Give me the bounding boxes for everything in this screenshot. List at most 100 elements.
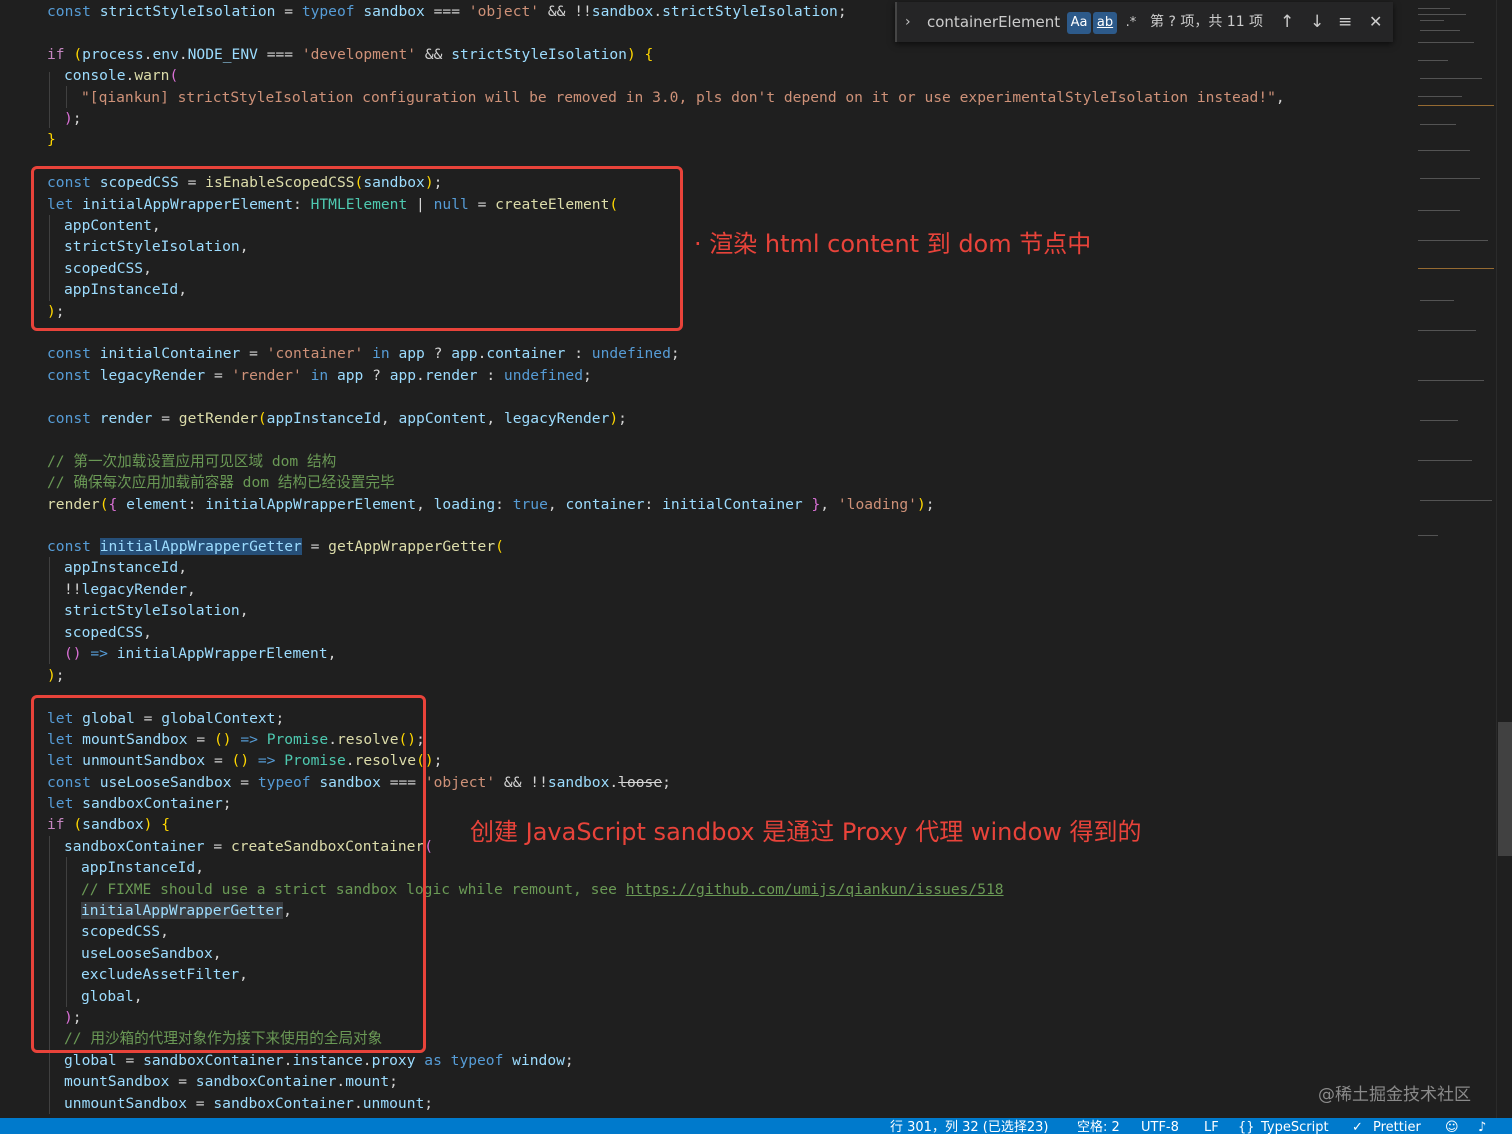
code-token: undefined [591, 345, 671, 362]
code-token: unmountSandbox [64, 1095, 188, 1112]
code-line[interactable]: ); [64, 108, 82, 129]
code-line[interactable]: render({ element: initialAppWrapperEleme… [47, 494, 935, 515]
indent-guide [49, 72, 50, 128]
vertical-scrollbar[interactable] [1496, 0, 1512, 1118]
regex-toggle[interactable]: .* [1119, 12, 1143, 34]
minimap-line [1418, 42, 1474, 43]
code-token: === [257, 46, 302, 63]
eol-setting[interactable]: LF [1204, 1120, 1219, 1134]
code-token: sandboxContainer [143, 1052, 284, 1069]
feedback-icon[interactable]: ☺ [1445, 1120, 1459, 1134]
code-token: warn [134, 67, 170, 84]
code-token: element [126, 496, 188, 513]
code-token: 'loading' [837, 496, 917, 513]
code-token: ) [64, 110, 73, 127]
code-line[interactable]: !!legacyRender, [64, 579, 196, 600]
code-token: ( [169, 67, 179, 84]
code-line[interactable]: scopedCSS, [64, 622, 152, 643]
find-input[interactable]: containerElement [927, 2, 1060, 42]
whole-word-toggle[interactable]: ab [1093, 12, 1117, 34]
minimap-line [1418, 210, 1460, 211]
minimap-line [1418, 96, 1462, 97]
minimap-line [1420, 420, 1458, 421]
notifications-bell-icon[interactable]: ♪ [1478, 1120, 1486, 1134]
code-token: = [187, 1095, 214, 1112]
code-line[interactable]: ); [47, 665, 65, 686]
code-token: legacyRender [81, 581, 188, 598]
code-line[interactable]: unmountSandbox = sandboxContainer.unmoun… [64, 1093, 433, 1114]
minimap-line [1420, 124, 1456, 125]
minimap-line [1418, 380, 1484, 381]
code-line[interactable]: console.warn( [64, 65, 178, 86]
code-token: in [363, 345, 399, 362]
code-token: sandbox [547, 774, 610, 791]
scrollbar-thumb[interactable] [1498, 722, 1512, 856]
code-token: 'container' [266, 345, 364, 362]
minimap-line [1418, 60, 1448, 61]
minimap[interactable] [1412, 0, 1496, 1118]
toggle-replace-chevron-icon[interactable]: › [905, 2, 911, 42]
code-token: , [187, 581, 196, 598]
code-token: 'object' [424, 774, 496, 791]
code-token: instance [292, 1052, 363, 1069]
code-line[interactable]: mountSandbox = sandboxContainer.mount; [64, 1071, 398, 1092]
code-token: . [653, 3, 663, 20]
find-in-selection-icon[interactable]: ≡ [1338, 2, 1352, 42]
code-line[interactable]: // 确保每次应用加载前容器 dom 结构已经设置完毕 [47, 472, 395, 493]
code-token: : [187, 496, 206, 513]
cursor-position[interactable]: 行 301，列 32 (已选择23) [890, 1120, 1048, 1134]
minimap-line [1420, 300, 1454, 301]
code-line[interactable]: global = sandboxContainer.instance.proxy… [64, 1050, 574, 1071]
code-token: ; [925, 496, 935, 513]
comment-link[interactable]: https://github.com/umijs/qiankun/issues/… [626, 881, 1004, 898]
code-token: . [353, 1095, 363, 1112]
code-comment: // 确保每次应用加载前容器 dom 结构已经设置完毕 [47, 474, 395, 491]
minimap-line [1418, 14, 1466, 15]
code-token: console [64, 67, 126, 84]
code-token: = [240, 345, 267, 362]
code-token: scopedCSS [64, 624, 144, 641]
prettier-status[interactable]: Prettier [1373, 1120, 1421, 1134]
next-match-arrow-down-icon[interactable]: ↓ [1310, 2, 1324, 42]
code-token: legacyRender [99, 367, 206, 384]
code-token: const [47, 345, 100, 362]
code-line[interactable]: const strictStyleIsolation = typeof sand… [47, 1, 847, 22]
code-line[interactable]: const legacyRender = 'render' in app ? a… [47, 365, 592, 386]
code-line[interactable]: () => initialAppWrapperElement, [64, 643, 336, 664]
code-token: . [125, 67, 135, 84]
code-token: NODE_ENV [187, 46, 258, 63]
close-icon[interactable]: ✕ [1369, 2, 1382, 42]
code-token: const [47, 3, 100, 20]
code-line[interactable]: if (process.env.NODE_ENV === 'developmen… [47, 44, 653, 65]
annotation-box-sandbox [31, 695, 426, 1053]
code-editor[interactable]: const strictStyleIsolation = typeof sand… [0, 0, 1412, 1118]
encoding-setting[interactable]: UTF-8 [1141, 1120, 1179, 1134]
code-token: 'development' [301, 46, 417, 63]
code-line[interactable]: } [47, 129, 56, 150]
code-line[interactable]: const render = getRender(appInstanceId, … [47, 408, 627, 429]
code-line[interactable]: strictStyleIsolation, [64, 600, 249, 621]
code-token: app [336, 367, 364, 384]
code-line[interactable]: const initialContainer = 'container' in … [47, 343, 680, 364]
code-token: : [477, 367, 504, 384]
code-token: appInstanceId [266, 410, 381, 427]
previous-match-arrow-up-icon[interactable]: ↑ [1280, 2, 1294, 42]
code-token: legacyRender [503, 410, 610, 427]
code-token: const [47, 367, 100, 384]
match-case-toggle[interactable]: Aa [1067, 12, 1091, 34]
code-token: = [301, 538, 329, 555]
check-icon: ✓ [1352, 1120, 1363, 1134]
minimap-line [1418, 105, 1494, 106]
code-token: ( [257, 410, 267, 427]
minimap-line [1418, 268, 1494, 269]
code-token: global [64, 1052, 117, 1069]
minimap-line [1420, 178, 1480, 179]
code-token: in [301, 367, 337, 384]
code-line[interactable]: appInstanceId, [64, 557, 187, 578]
code-token: initialContainer [99, 345, 241, 362]
language-mode[interactable]: TypeScript [1261, 1120, 1329, 1134]
code-line[interactable]: // 第一次加载设置应用可见区域 dom 结构 [47, 451, 336, 472]
code-line[interactable]: "[qiankun] strictStyleIsolation configur… [81, 87, 1285, 108]
indentation-setting[interactable]: 空格: 2 [1077, 1120, 1120, 1134]
code-line[interactable]: const initialAppWrapperGetter = getAppWr… [47, 536, 504, 557]
